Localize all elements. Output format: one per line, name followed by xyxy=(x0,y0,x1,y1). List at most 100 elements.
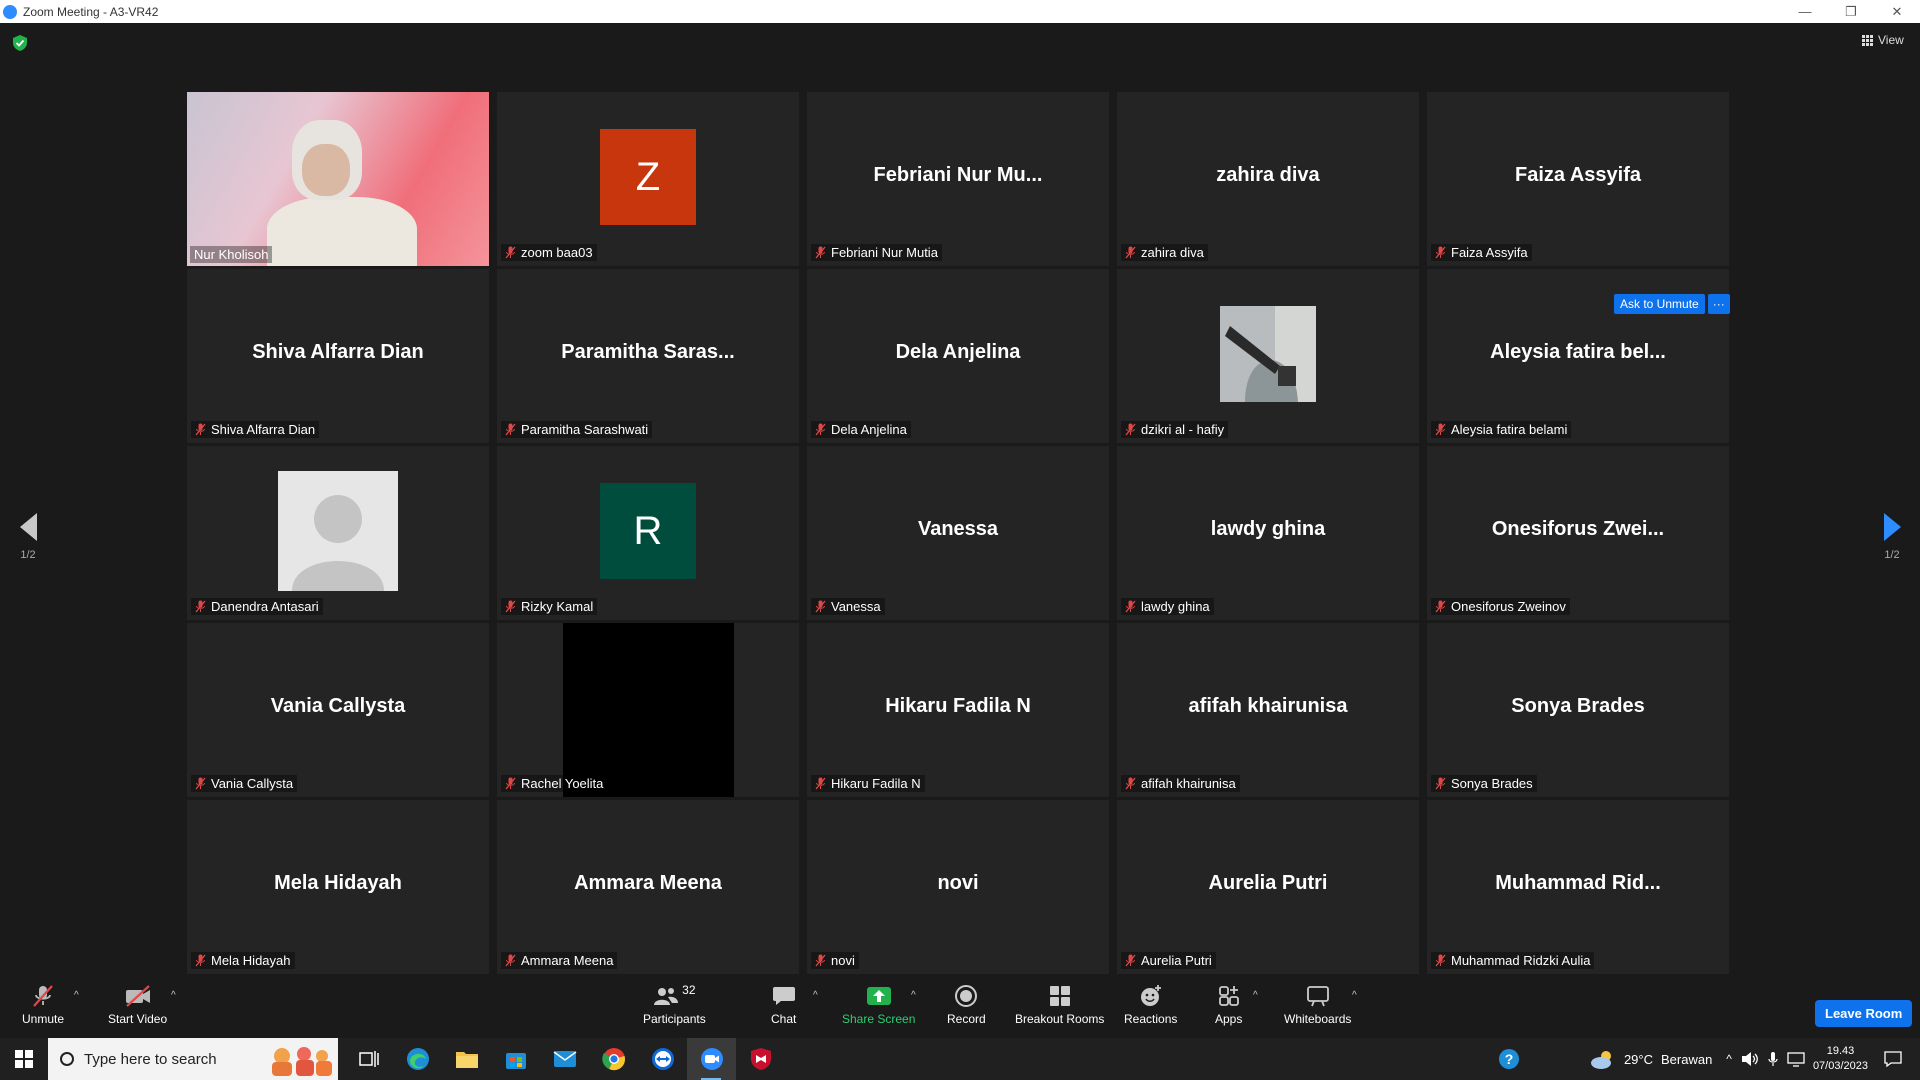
svg-text:?: ? xyxy=(1505,1051,1514,1067)
muted-mic-icon xyxy=(505,777,516,790)
start-video-button[interactable]: Start Video xyxy=(108,984,167,1026)
mcafee-shield-icon xyxy=(750,1048,771,1070)
start-button[interactable] xyxy=(0,1038,48,1080)
participant-tile[interactable]: Zzoom baa03 xyxy=(497,92,799,266)
participant-tile[interactable]: Faiza Assyifa Faiza Assyifa xyxy=(1427,92,1729,266)
muted-mic-icon xyxy=(1435,600,1446,613)
participant-tile[interactable]: Ammara Meena Ammara Meena xyxy=(497,800,799,974)
close-button[interactable]: ✕ xyxy=(1874,0,1920,23)
participant-tile[interactable]: Nur Kholisoh xyxy=(187,92,489,266)
system-tray: ? 29°C Berawan ^ 19.43 07/03/2023 xyxy=(1498,1038,1920,1080)
chat-button[interactable]: Chat xyxy=(771,984,796,1026)
whiteboards-options-caret[interactable]: ^ xyxy=(1352,990,1357,1001)
taskbar-search[interactable]: Type here to search xyxy=(48,1038,338,1080)
encryption-shield-icon[interactable] xyxy=(13,35,27,51)
next-page-button[interactable]: 1/2 xyxy=(1877,513,1907,561)
unmute-label: Unmute xyxy=(22,1012,65,1026)
record-icon xyxy=(955,985,978,1007)
video-options-caret[interactable]: ^ xyxy=(171,990,176,1001)
participant-label: Dela Anjelina xyxy=(811,421,911,438)
whiteboard-icon xyxy=(1306,986,1329,1007)
participant-tile[interactable]: novi novi xyxy=(807,800,1109,974)
participant-tile[interactable]: zahira diva zahira diva xyxy=(1117,92,1419,266)
reactions-button[interactable]: Reactions xyxy=(1124,984,1177,1026)
teamviewer-app[interactable] xyxy=(638,1038,687,1080)
participant-grid: Nur Kholisoh Zzoom baa03 Febriani Nur Mu..… xyxy=(187,92,1729,974)
participant-tile[interactable]: Onesiforus Zwei... Onesiforus Zweinov xyxy=(1427,446,1729,620)
chevron-up-icon[interactable]: ^ xyxy=(1726,1052,1732,1066)
participant-tile[interactable]: Hikaru Fadila N Hikaru Fadila N xyxy=(807,623,1109,797)
leave-room-button[interactable]: Leave Room xyxy=(1815,1000,1913,1027)
chrome-app[interactable] xyxy=(589,1038,638,1080)
minimize-button[interactable]: — xyxy=(1782,0,1828,23)
file-explorer-app[interactable] xyxy=(442,1038,491,1080)
participant-tile[interactable]: Sonya Brades Sonya Brades xyxy=(1427,623,1729,797)
profile-photo xyxy=(1220,306,1316,402)
previous-page-button[interactable]: 1/2 xyxy=(13,513,43,561)
participant-tile[interactable]: R Rizky Kamal xyxy=(497,446,799,620)
volume-icon[interactable] xyxy=(1741,1051,1759,1067)
unmute-button[interactable]: Unmute xyxy=(22,984,64,1026)
participant-name: Febriani Nur Mutia xyxy=(831,245,938,260)
muted-mic-icon xyxy=(505,600,516,613)
breakout-rooms-button[interactable]: Breakout Rooms xyxy=(1015,984,1104,1026)
clock[interactable]: 19.43 07/03/2023 xyxy=(1813,1044,1868,1074)
participant-tile[interactable]: Paramitha Saras... Paramitha Sarashwati xyxy=(497,269,799,443)
restore-button[interactable]: ❐ xyxy=(1828,0,1874,23)
participant-tile[interactable]: dzikri al - hafiy xyxy=(1117,269,1419,443)
participant-name: Aleysia fatira belami xyxy=(1451,422,1568,437)
weather-widget[interactable]: 29°C Berawan xyxy=(1590,1049,1712,1069)
share-screen-button[interactable]: Share Screen xyxy=(842,984,915,1026)
whiteboards-button[interactable]: Whiteboards xyxy=(1284,984,1351,1026)
muted-mic-icon xyxy=(1125,600,1136,613)
apps-options-caret[interactable]: ^ xyxy=(1253,990,1258,1001)
tile-more-button[interactable]: ··· xyxy=(1707,294,1730,314)
apps-label: Apps xyxy=(1215,1012,1243,1026)
chat-label: Chat xyxy=(771,1012,797,1026)
participant-tile[interactable]: Vania Callysta Vania Callysta xyxy=(187,623,489,797)
video-off-icon xyxy=(125,985,150,1007)
audio-options-caret[interactable]: ^ xyxy=(74,990,79,1001)
zoom-icon xyxy=(700,1048,723,1070)
microphone-icon[interactable] xyxy=(1768,1051,1778,1067)
participant-tile[interactable]: Danendra Antasari xyxy=(187,446,489,620)
participant-tile[interactable]: Shiva Alfarra Dian Shiva Alfarra Dian xyxy=(187,269,489,443)
participant-display-name: Mela Hidayah xyxy=(274,872,402,894)
task-view-icon xyxy=(358,1051,379,1067)
record-button[interactable]: Record xyxy=(947,984,986,1026)
chat-options-caret[interactable]: ^ xyxy=(813,990,818,1001)
ask-to-unmute-button[interactable]: Ask to Unmute xyxy=(1614,294,1705,314)
participant-label: Aurelia Putri xyxy=(1121,952,1216,969)
participant-tile[interactable]: Dela Anjelina Dela Anjelina xyxy=(807,269,1109,443)
participant-tile[interactable]: lawdy ghina lawdy ghina xyxy=(1117,446,1419,620)
participant-label: lawdy ghina xyxy=(1121,598,1214,615)
muted-mic-icon xyxy=(195,777,206,790)
help-icon[interactable]: ? xyxy=(1498,1048,1520,1070)
participant-tile[interactable]: Aurelia Putri Aurelia Putri xyxy=(1117,800,1419,974)
participant-label: Rachel Yoelita xyxy=(501,775,608,792)
edge-app[interactable] xyxy=(393,1038,442,1080)
view-button[interactable]: View xyxy=(1862,33,1904,47)
store-app[interactable] xyxy=(491,1038,540,1080)
participant-tile[interactable]: Vanessa Vanessa xyxy=(807,446,1109,620)
participant-label: Ammara Meena xyxy=(501,952,618,969)
network-icon[interactable] xyxy=(1787,1051,1805,1067)
share-options-caret[interactable]: ^ xyxy=(911,990,916,1001)
whiteboards-label: Whiteboards xyxy=(1284,1012,1352,1026)
participant-tile[interactable]: Rachel Yoelita xyxy=(497,623,799,797)
notifications-icon[interactable] xyxy=(1884,1050,1902,1068)
mail-app[interactable] xyxy=(540,1038,589,1080)
apps-button[interactable]: Apps xyxy=(1215,984,1242,1026)
mcafee-app[interactable] xyxy=(736,1038,785,1080)
participants-label: Participants xyxy=(643,1012,706,1026)
muted-mic-icon xyxy=(815,246,826,259)
zoom-app[interactable] xyxy=(687,1038,736,1080)
participants-button[interactable]: 32 Participants xyxy=(643,983,706,1026)
task-view-button[interactable] xyxy=(344,1038,393,1080)
participant-tile[interactable]: Mela Hidayah Mela Hidayah xyxy=(187,800,489,974)
participant-tile[interactable]: Febriani Nur Mu... Febriani Nur Mutia xyxy=(807,92,1109,266)
share-screen-label: Share Screen xyxy=(842,1012,916,1026)
participant-tile[interactable]: Muhammad Rid... Muhammad Ridzki Aulia xyxy=(1427,800,1729,974)
participant-name: Mela Hidayah xyxy=(211,953,291,968)
participant-tile[interactable]: afifah khairunisa afifah khairunisa xyxy=(1117,623,1419,797)
